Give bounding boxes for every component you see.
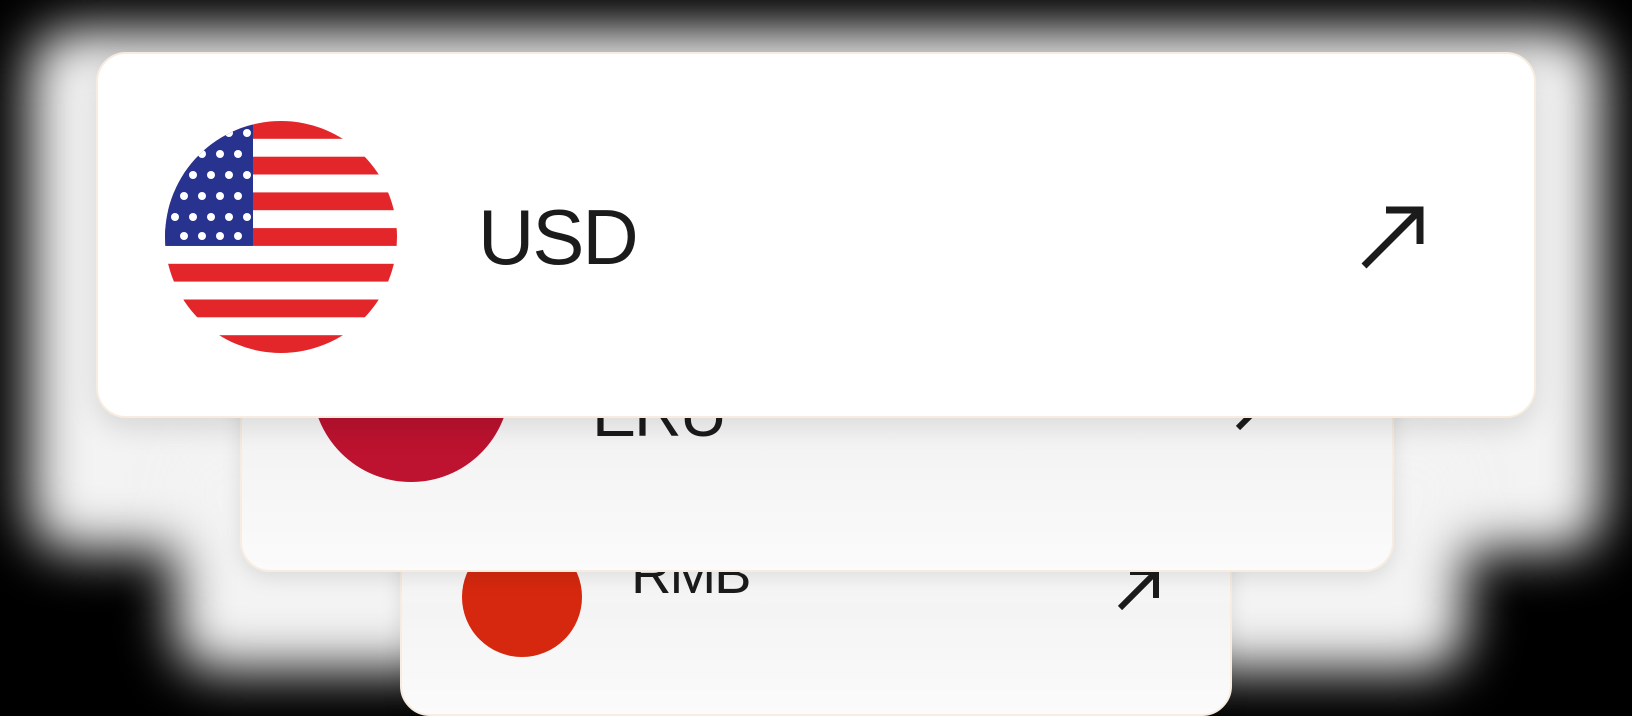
currency-code: USD [478,193,639,281]
us-flag-icon [165,121,397,353]
arrow-up-right-icon[interactable] [1358,202,1430,274]
currency-card-usd[interactable]: USD [96,52,1536,418]
